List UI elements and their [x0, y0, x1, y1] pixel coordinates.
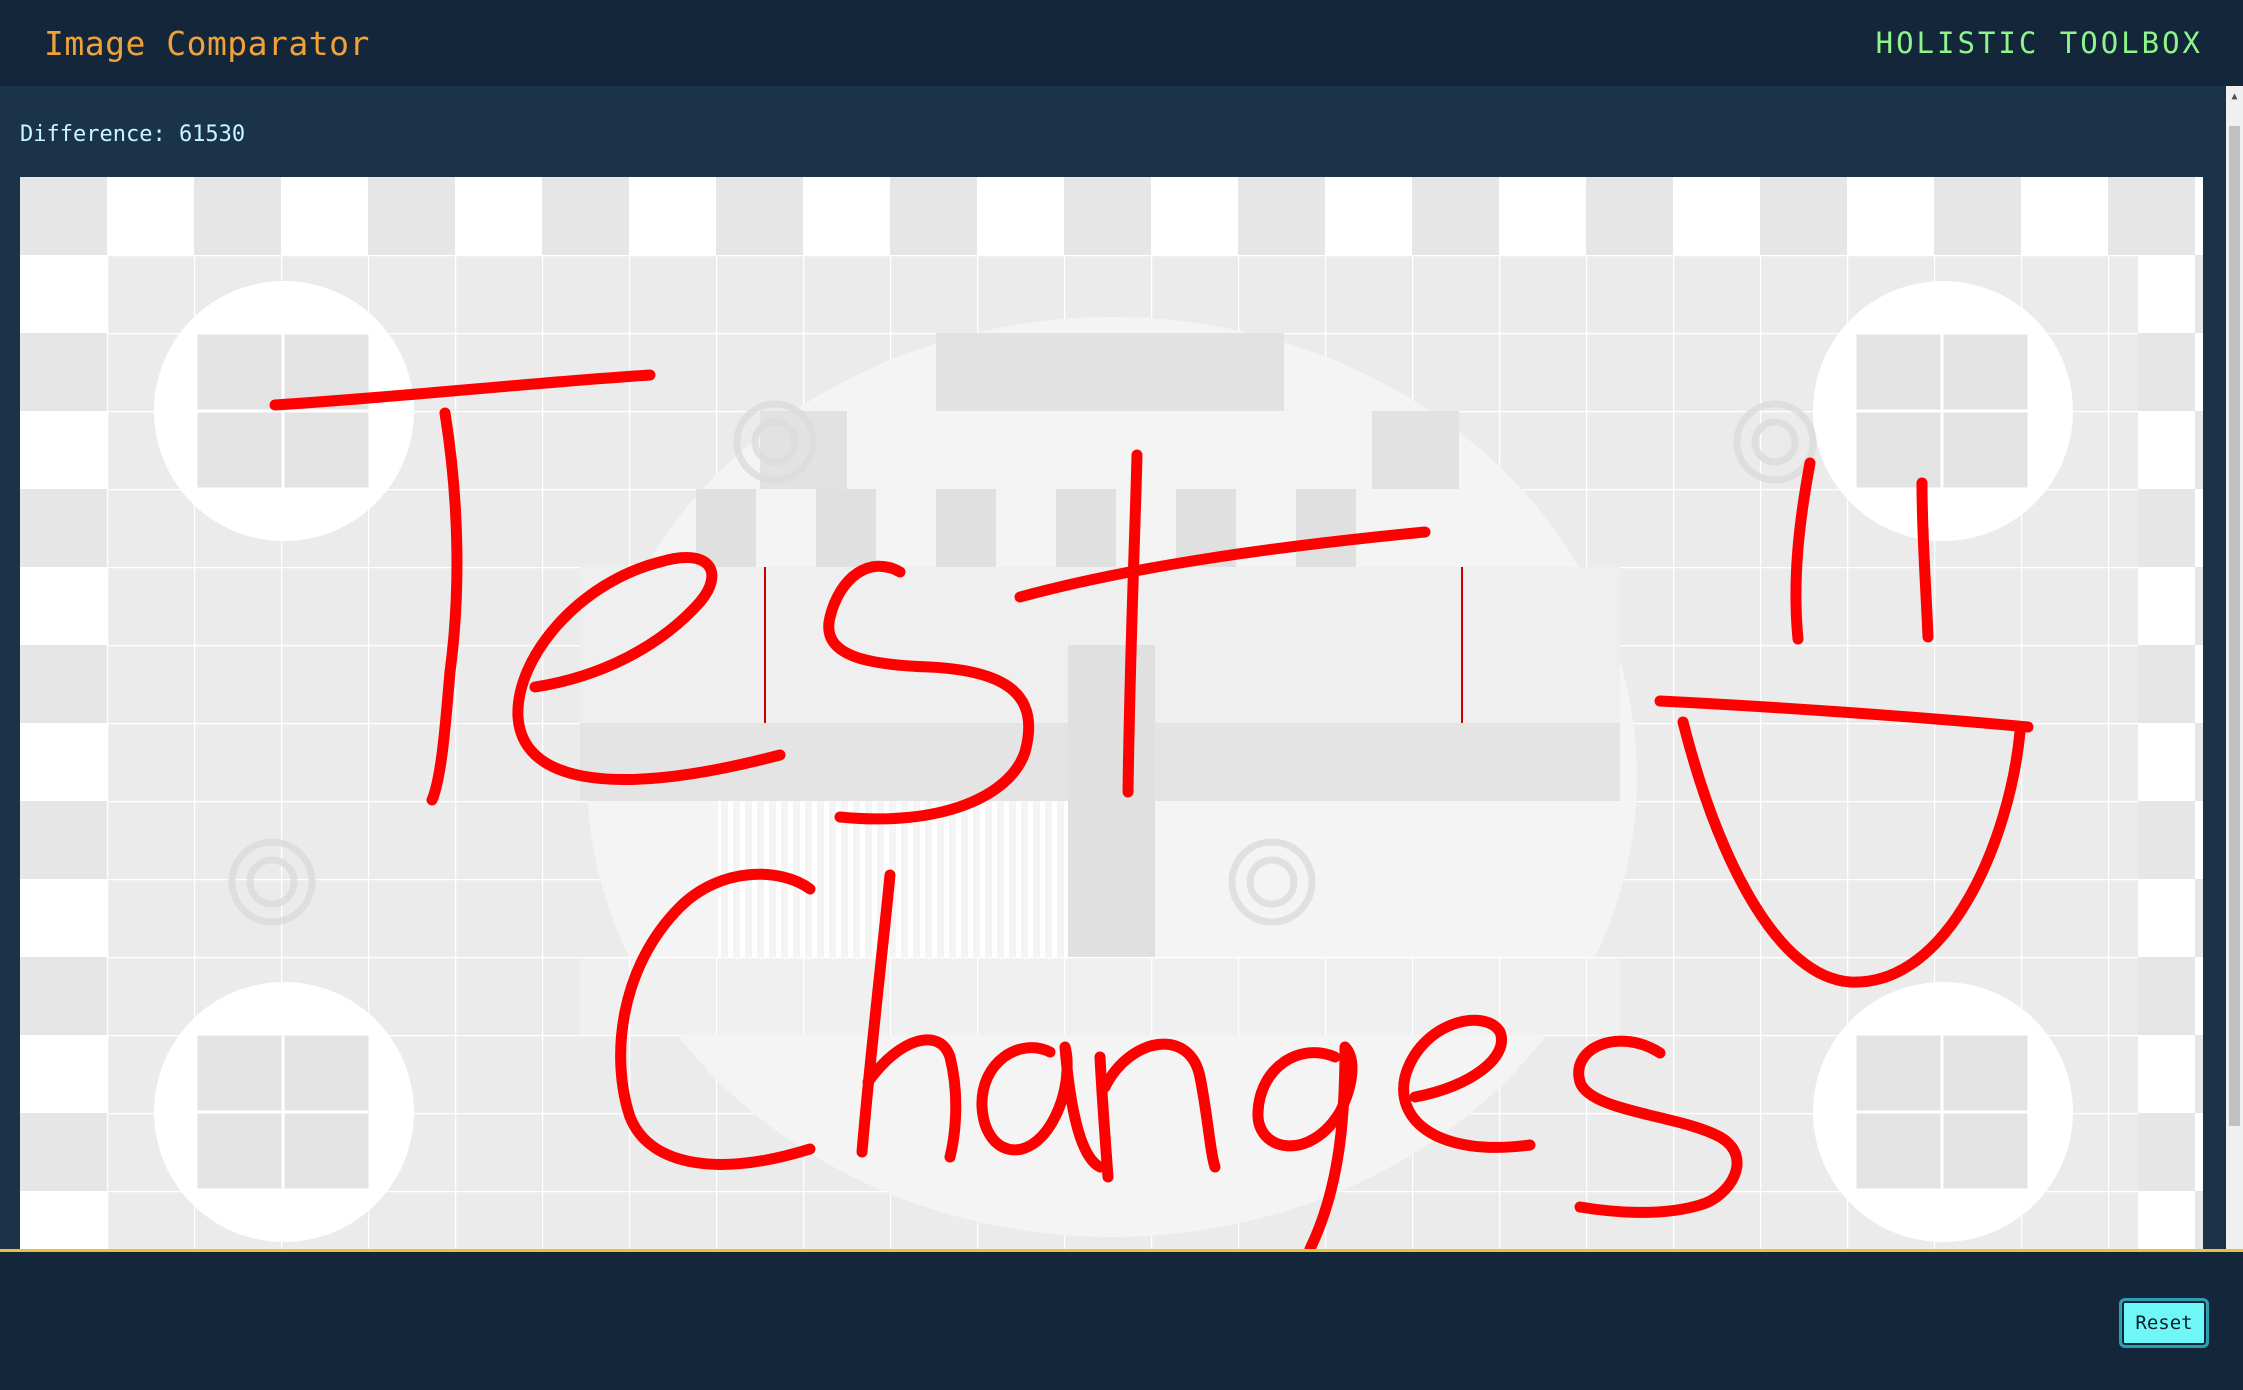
diff-canvas: [20, 177, 2203, 1249]
brand-logo-text[interactable]: HOLISTIC TOOLBOX: [1876, 26, 2203, 60]
scroll-thumb[interactable]: [2229, 126, 2240, 1126]
vertical-scrollbar[interactable]: ▲: [2226, 86, 2243, 1249]
app-title: Image Comparator: [44, 23, 370, 63]
footer-bar: Reset: [0, 1249, 2243, 1390]
comparison-panel: Difference: 61530: [0, 86, 2226, 1249]
reset-button[interactable]: Reset: [2119, 1298, 2209, 1348]
app-header: Image Comparator HOLISTIC TOOLBOX: [0, 0, 2243, 86]
scroll-up-arrow-icon[interactable]: ▲: [2226, 86, 2243, 106]
difference-readout: Difference: 61530: [20, 122, 246, 147]
comparison-image: [20, 177, 2203, 1249]
